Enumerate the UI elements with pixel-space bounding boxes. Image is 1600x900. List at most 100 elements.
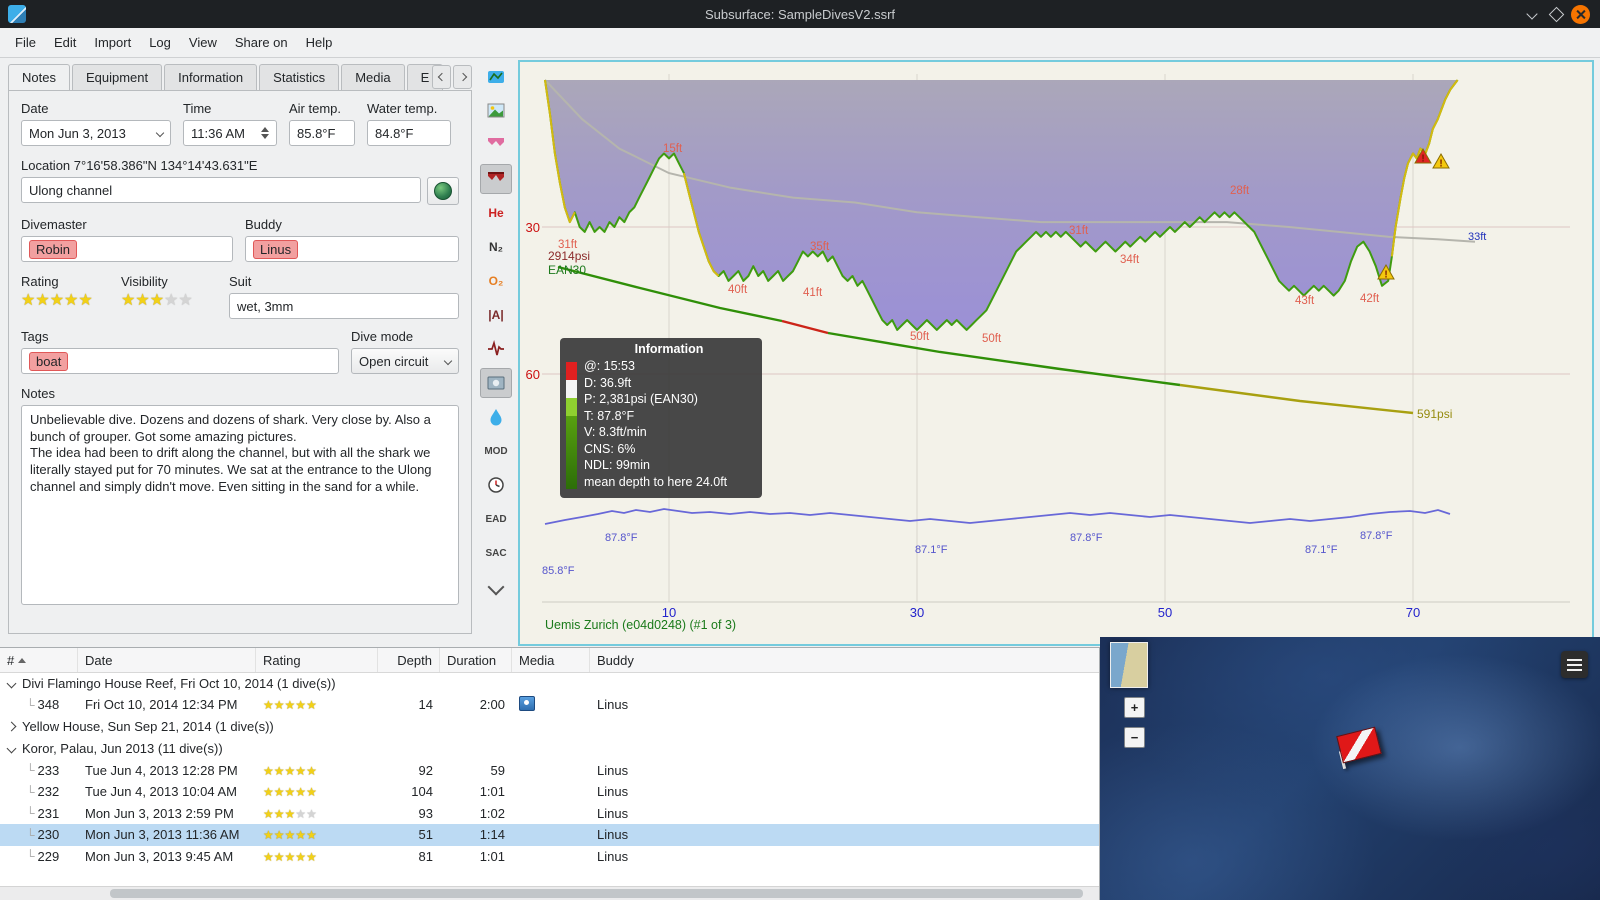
star-icon[interactable]: ★ [285, 698, 296, 712]
toolbar-scroll-down-button[interactable] [480, 572, 512, 602]
star-icon[interactable]: ★ [285, 785, 296, 799]
dive-flag-marker[interactable] [1335, 726, 1382, 771]
watertemp-field[interactable] [367, 120, 451, 146]
star-icon[interactable]: ★ [50, 292, 64, 309]
menu-share-on[interactable]: Share on [226, 31, 297, 54]
menu-edit[interactable]: Edit [45, 31, 85, 54]
spin-up-icon[interactable] [261, 127, 269, 132]
menu-view[interactable]: View [180, 31, 226, 54]
star-icon[interactable]: ★ [274, 764, 285, 778]
pictures-toggle-icon[interactable] [480, 368, 512, 398]
star-icon[interactable]: ★ [285, 807, 296, 821]
divemaster-field[interactable]: Robin [21, 236, 233, 262]
trip-row[interactable]: Yellow House, Sun Sep 21, 2014 (1 dive(s… [0, 716, 1099, 738]
trip-row[interactable]: Koror, Palau, Jun 2013 (11 dive(s)) [0, 738, 1099, 760]
star-icon[interactable]: ★ [306, 828, 317, 842]
star-icon[interactable]: ★ [121, 292, 135, 309]
star-icon[interactable]: ★ [263, 850, 274, 864]
rating-stars[interactable]: ★★★★★ [21, 293, 109, 309]
collapse-chevron-icon[interactable] [6, 678, 17, 688]
spin-down-icon[interactable] [261, 134, 269, 139]
column-header-duration[interactable]: Duration [440, 648, 512, 672]
dive-row[interactable]: └ 231 Mon Jun 3, 2013 2:59 PM ★★★★★ 93 1:02 Li… [0, 803, 1099, 825]
sac-icon[interactable]: SAC [480, 538, 512, 568]
star-icon[interactable]: ★ [263, 807, 274, 821]
star-icon[interactable]: ★ [285, 850, 296, 864]
dive-row[interactable]: └ 233 Tue Jun 4, 2013 12:28 PM ★★★★★ 92 59 Lin… [0, 760, 1099, 782]
location-field[interactable] [21, 177, 421, 203]
trip-row[interactable]: Divi Flamingo House Reef, Fri Oct 10, 20… [0, 672, 1099, 694]
maximize-button[interactable] [1544, 2, 1568, 26]
star-icon[interactable]: ★ [64, 292, 78, 309]
star-icon[interactable]: ★ [285, 828, 296, 842]
ead-icon[interactable]: EAD [480, 504, 512, 534]
tab-statistics[interactable]: Statistics [259, 64, 340, 91]
map-zoom-out-button[interactable]: − [1124, 727, 1145, 748]
ambient-pressure-icon[interactable]: |A| [480, 300, 512, 330]
column-header-date[interactable]: Date [78, 648, 256, 672]
horizontal-scrollbar[interactable] [0, 886, 1099, 900]
tags-field[interactable]: boat [21, 348, 339, 374]
star-icon[interactable]: ★ [164, 292, 178, 309]
star-icon[interactable]: ★ [263, 828, 274, 842]
globe-button[interactable] [427, 177, 459, 205]
star-icon[interactable]: ★ [295, 850, 306, 864]
collapse-chevron-icon[interactable] [6, 743, 17, 754]
column-header-depth[interactable]: Depth [378, 648, 440, 672]
dive-computer-icon[interactable] [480, 62, 512, 92]
airtemp-field[interactable] [289, 120, 355, 146]
titlebar[interactable]: Subsurface: SampleDivesV2.ssrf [0, 0, 1600, 28]
hscrollbar-thumb[interactable] [110, 889, 1083, 898]
buddy-field[interactable]: Linus [245, 236, 459, 262]
star-icon[interactable]: ★ [78, 292, 92, 309]
column-header-rating[interactable]: Rating [256, 648, 378, 672]
notes-textarea[interactable]: Unbelievable dive. Dozens and dozens of … [21, 405, 459, 605]
time-spinner[interactable]: 11:36 AM [183, 120, 277, 146]
helium-graph-icon[interactable]: He [480, 198, 512, 228]
star-icon[interactable]: ★ [306, 850, 317, 864]
dive-mode-select[interactable]: Open circuit [351, 348, 459, 374]
tab-scroll-right[interactable] [453, 65, 472, 89]
photos-icon[interactable] [480, 96, 512, 126]
nitrogen-graph-icon[interactable]: N₂ [480, 232, 512, 262]
star-icon[interactable]: ★ [263, 698, 274, 712]
star-icon[interactable]: ★ [263, 785, 274, 799]
star-icon[interactable]: ★ [21, 292, 35, 309]
menu-import[interactable]: Import [85, 31, 140, 54]
tab-scroll-left[interactable] [432, 65, 451, 89]
visibility-stars[interactable]: ★★★★★ [121, 293, 217, 309]
media-icon[interactable] [519, 695, 535, 711]
dive-site-map[interactable]: + − [1100, 637, 1600, 900]
tab-media[interactable]: Media [341, 64, 405, 91]
menu-log[interactable]: Log [140, 31, 180, 54]
star-icon[interactable]: ★ [295, 698, 306, 712]
star-icon[interactable]: ★ [135, 292, 149, 309]
star-icon[interactable]: ★ [295, 807, 306, 821]
star-icon[interactable]: ★ [295, 828, 306, 842]
star-icon[interactable]: ★ [274, 698, 285, 712]
heart-rate-icon[interactable] [480, 334, 512, 364]
overview-minimap[interactable] [1110, 642, 1148, 688]
star-icon[interactable]: ★ [274, 807, 285, 821]
minimize-button[interactable] [1520, 2, 1544, 26]
dive-row[interactable]: └ 229 Mon Jun 3, 2013 9:45 AM ★★★★★ 81 1:01 Li… [0, 846, 1099, 868]
star-icon[interactable]: ★ [285, 764, 296, 778]
star-icon[interactable]: ★ [263, 764, 274, 778]
calculated-ceiling-icon[interactable] [480, 164, 512, 194]
column-header-media[interactable]: Media [512, 648, 590, 672]
star-icon[interactable]: ★ [274, 785, 285, 799]
star-icon[interactable]: ★ [295, 785, 306, 799]
menu-file[interactable]: File [6, 31, 45, 54]
dive-profile-pane[interactable]: 30 60 10 30 50 70 33ft 15ft 31ft 40ft 41ft 35ft 50ft… [518, 60, 1594, 646]
star-icon[interactable]: ★ [306, 807, 317, 821]
dc-ceiling-icon[interactable] [480, 130, 512, 160]
star-icon[interactable]: ★ [306, 785, 317, 799]
date-combobox[interactable]: Mon Jun 3, 2013 [21, 120, 171, 146]
map-zoom-in-button[interactable]: + [1124, 697, 1145, 718]
star-icon[interactable]: ★ [306, 764, 317, 778]
mod-icon[interactable]: MOD [480, 436, 512, 466]
menu-help[interactable]: Help [297, 31, 342, 54]
suit-field[interactable] [229, 293, 459, 319]
oxygen-graph-icon[interactable]: O₂ [480, 266, 512, 296]
column-header-number[interactable]: # [0, 648, 78, 672]
